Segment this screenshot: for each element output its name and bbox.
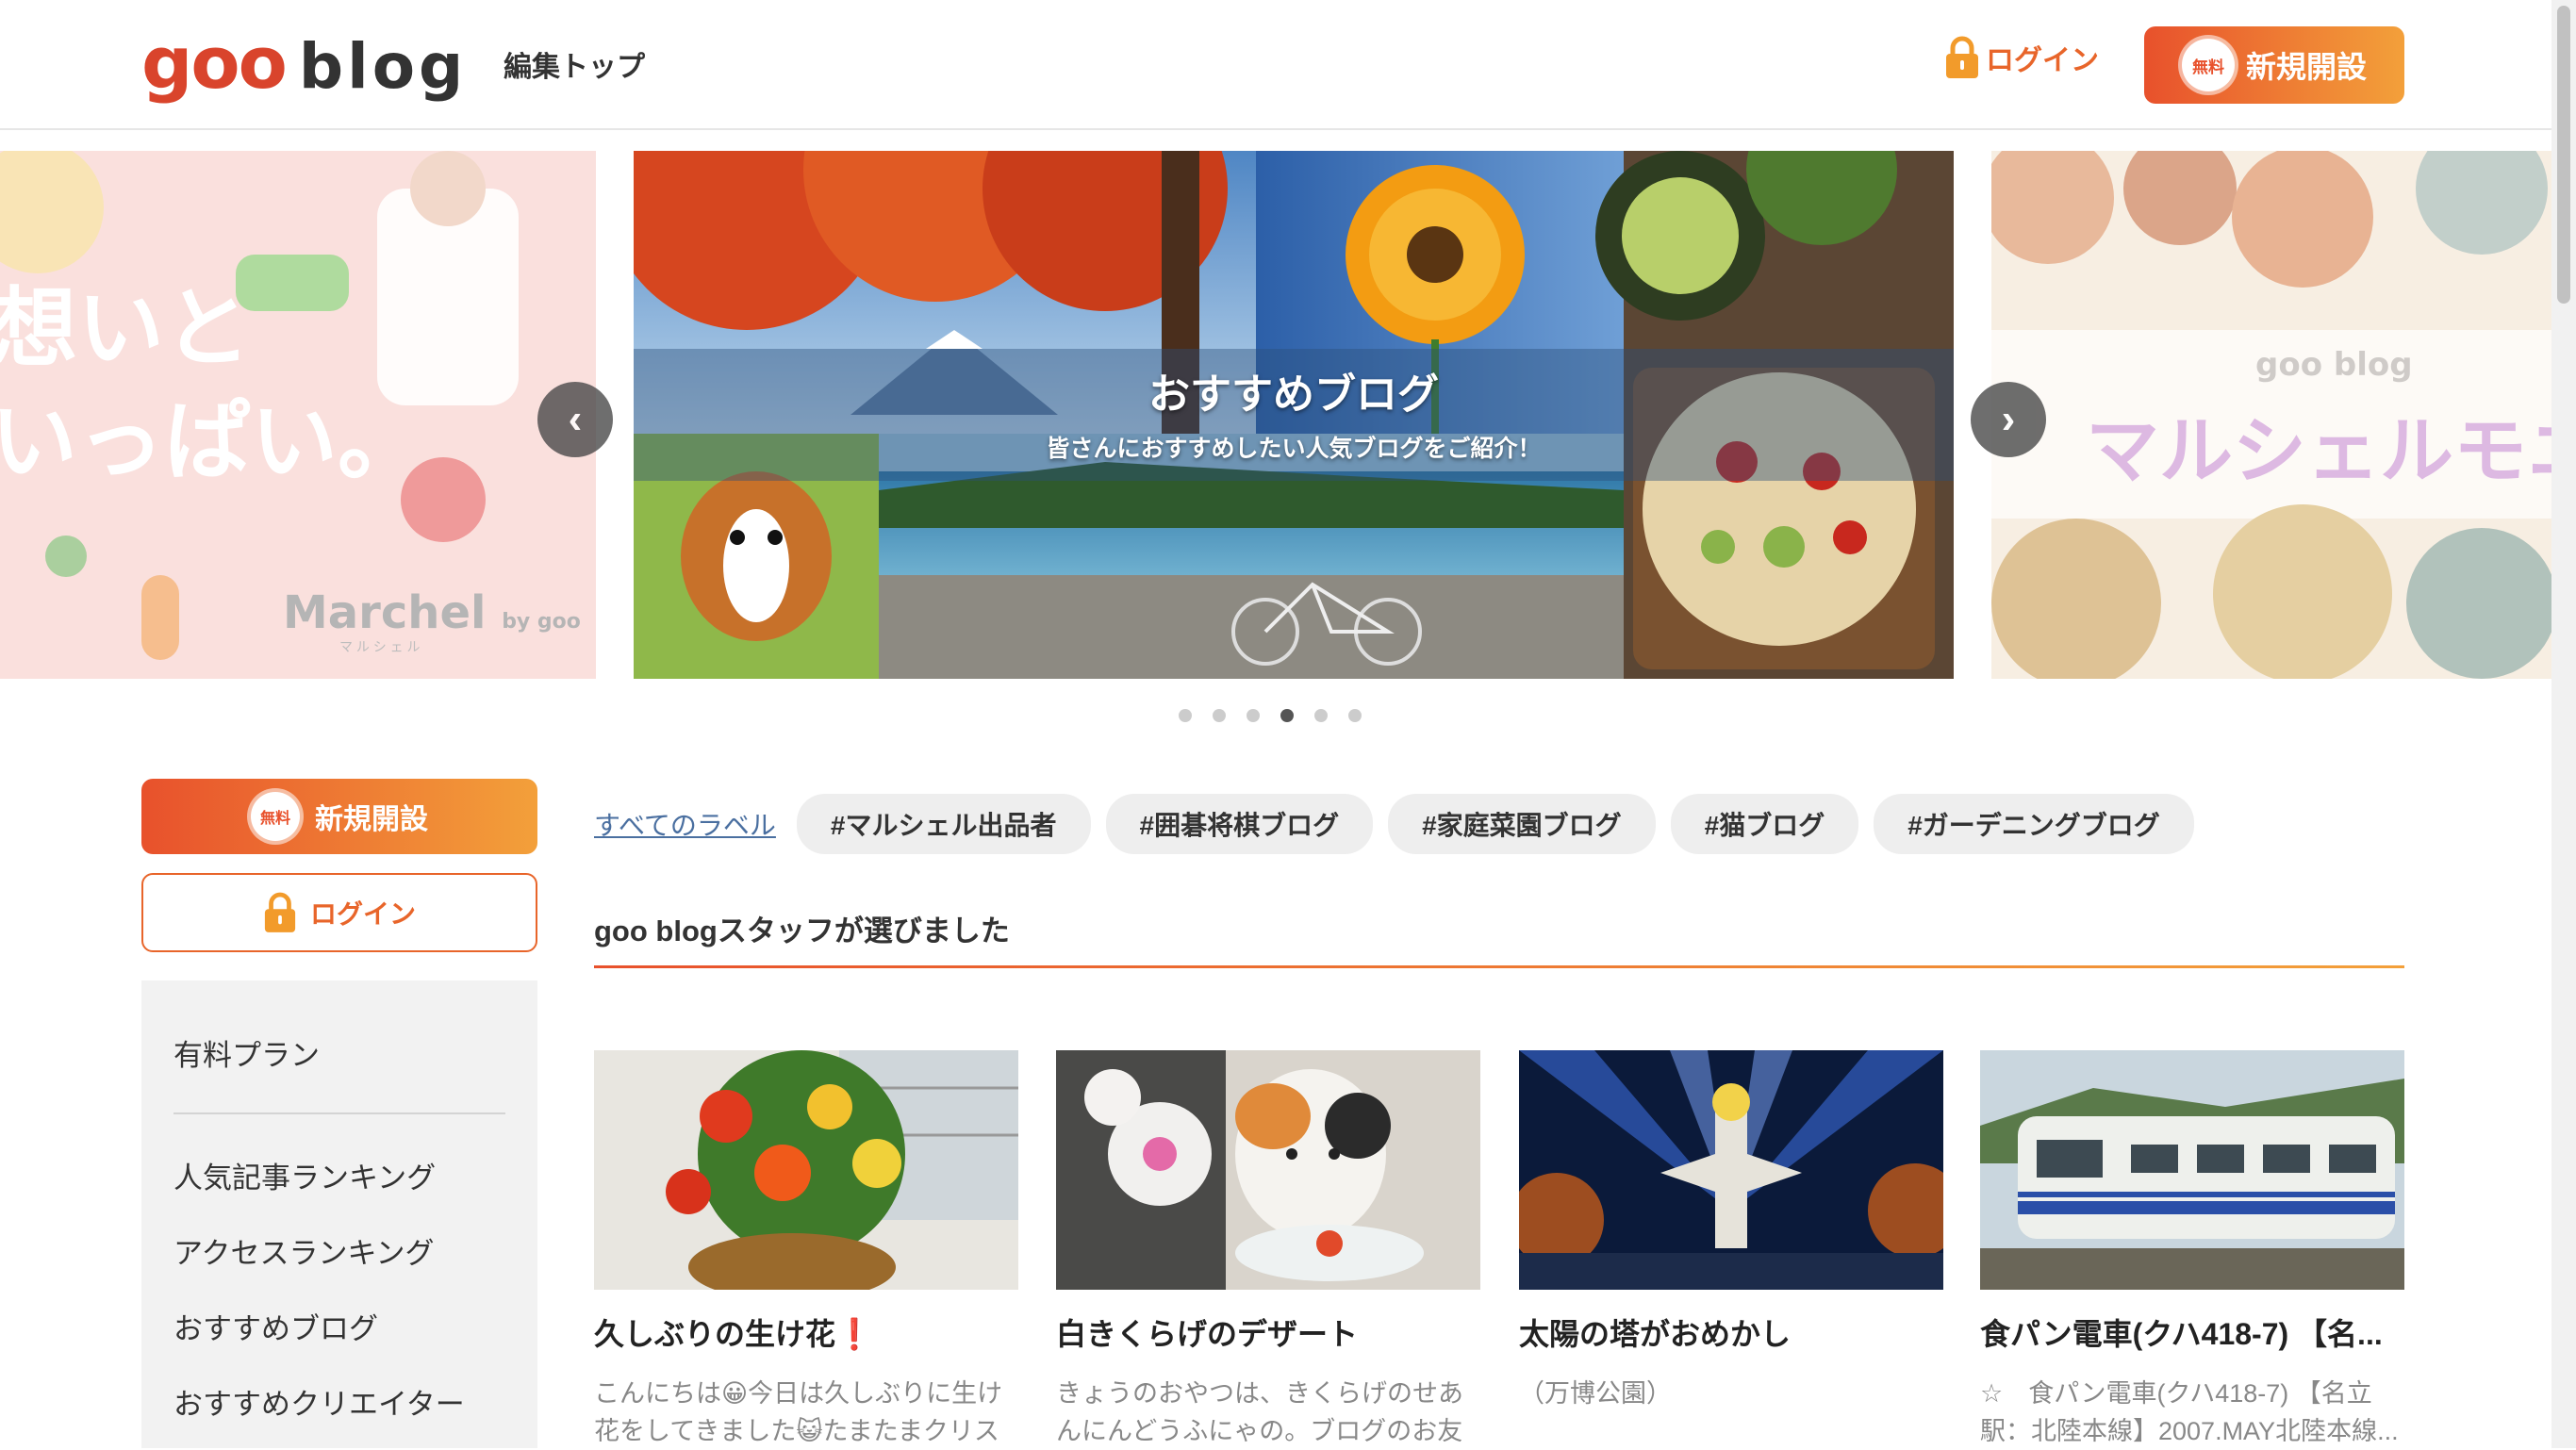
carousel-main-title: おすすめブログ: [1148, 371, 1439, 418]
carousel-slide-current[interactable]: おすすめブログ 皆さんにおすすめしたい人気ブログをご紹介！: [634, 151, 1954, 679]
sidebar-menu: 有料プラン 人気記事ランキング アクセスランキング おすすめブログ おすすめクリ…: [141, 980, 537, 1448]
svg-text:想いと: 想いと: [0, 278, 251, 379]
header-login-button[interactable]: ログイン: [1944, 36, 2099, 79]
sidebar-item-paid-plan[interactable]: 有料プラン: [173, 1031, 320, 1074]
tower-of-sun-photo: [1519, 1050, 1943, 1290]
label-tag-marchel[interactable]: #マルシェル出品者: [796, 794, 1091, 854]
svg-text:いっぱい。: いっぱい。: [0, 391, 424, 492]
header-signup-button[interactable]: 無料 新規開設: [2144, 26, 2404, 104]
sidebar-login-button[interactable]: ログイン: [141, 873, 537, 952]
marchel-brand-sub: by goo: [502, 610, 581, 634]
sidebar-divider: [173, 1112, 505, 1114]
article-card[interactable]: 食パン電車(クハ418-7) 【名... ☆ 食パン電車(クハ418-7) 【名…: [1980, 1050, 2404, 1450]
carousel-dot[interactable]: [1213, 709, 1226, 722]
sidebar-item-popular-articles[interactable]: 人気記事ランキング: [173, 1154, 436, 1196]
carousel-dot[interactable]: [1314, 709, 1328, 722]
lock-icon: [1946, 36, 1978, 78]
goo-blog-logo[interactable]: goo blog: [141, 21, 467, 106]
section-title: goo blogスタッフが選びました: [594, 914, 1010, 947]
label-tag-gardening[interactable]: #ガーデニングブログ: [1874, 794, 2194, 854]
label-tag-igo-shogi[interactable]: #囲碁将棋ブログ: [1105, 794, 1374, 854]
carousel-main-subtitle: 皆さんにおすすめしたい人気ブログをご紹介！: [1046, 436, 1542, 462]
article-title[interactable]: 白きくらげのデザート: [1056, 1310, 1480, 1354]
carousel-dot[interactable]: [1348, 709, 1362, 722]
sidebar-item-access-ranking[interactable]: アクセスランキング: [173, 1229, 435, 1272]
sidebar-signup-button[interactable]: 無料 新規開設: [141, 779, 537, 854]
label-tag-home-garden[interactable]: #家庭菜園ブログ: [1388, 794, 1656, 854]
train-photo: [1980, 1050, 2404, 1290]
sidebar-item-recommended-blogs[interactable]: おすすめブログ: [173, 1305, 378, 1347]
article-excerpt: （万博公園）: [1519, 1379, 1672, 1408]
marchel-brand-name: Marchel: [283, 586, 487, 639]
carousel-slide-next[interactable]: goo blog マルシェルモニ: [1991, 151, 2551, 679]
lock-icon: [264, 892, 296, 932]
sidebar-item-recommended-creators[interactable]: おすすめクリエイター: [173, 1380, 465, 1423]
chevron-right-icon: ›: [2001, 396, 2016, 442]
article-title[interactable]: 久しぶりの生け花❗: [594, 1310, 1018, 1354]
article-card[interactable]: 太陽の塔がおめかし （万博公園）: [1519, 1050, 1943, 1450]
article-card[interactable]: 白きくらげのデザート きょうのおやつは、きくらげのせあんにんどうふにゃの。ブログ…: [1056, 1050, 1480, 1450]
page-scrollbar[interactable]: [2551, 0, 2576, 1448]
marchel-brand-kana: マ ル シ ェ ル: [339, 639, 421, 654]
label-filter-bar: すべてのラベル #マルシェル出品者 #囲碁将棋ブログ #家庭菜園ブログ #猫ブロ…: [594, 794, 2194, 854]
article-thumbnail[interactable]: [594, 1050, 1018, 1290]
carousel-dot[interactable]: [1247, 709, 1260, 722]
label-tag-cat[interactable]: #猫ブログ: [1670, 794, 1859, 854]
all-labels-link[interactable]: すべてのラベル: [594, 805, 776, 843]
ikebana-photo: [594, 1050, 1018, 1290]
banner-carousel: 想いと いっぱい。 Marchel by goo マ ル シ ェ ル おすすめブ…: [0, 151, 2551, 679]
free-badge: 無料: [251, 792, 300, 841]
logo-blog: blog: [298, 30, 468, 103]
cat-dessert-photo: [1056, 1050, 1480, 1290]
article-title[interactable]: 食パン電車(クハ418-7) 【名...: [1980, 1310, 2404, 1354]
carousel-slide-prev[interactable]: 想いと いっぱい。 Marchel by goo マ ル シ ェ ル: [0, 151, 596, 679]
chevron-left-icon: ‹: [568, 396, 583, 442]
right-banner-logo: goo blog: [2255, 346, 2413, 384]
scrollbar-thumb[interactable]: [2557, 6, 2570, 304]
carousel-dot-active[interactable]: [1280, 709, 1294, 722]
header-signup-label: 新規開設: [2245, 50, 2367, 84]
logo-goo: goo: [141, 21, 288, 105]
site-header: goo blog 編集トップ ログイン 無料 新規開設: [0, 0, 2551, 130]
carousel-prev-button[interactable]: ‹: [537, 382, 613, 457]
article-card[interactable]: 久しぶりの生け花❗ こんにちは😀今日は久しぶりに生け花をしてきました😺たまたまク…: [594, 1050, 1018, 1450]
header-login-label: ログイン: [1986, 45, 2099, 76]
section-divider: [594, 965, 2404, 968]
article-excerpt: こんにちは😀今日は久しぶりに生け花をしてきました😺たまたまクリスマス...: [594, 1379, 1003, 1445]
sidebar-login-label: ログイン: [309, 899, 416, 929]
article-thumbnail[interactable]: [1519, 1050, 1943, 1290]
marchel-monitor-banner-image: goo blog マルシェルモニ: [1991, 151, 2551, 679]
svg-text:マルシェルモニ: マルシェルモニ: [2086, 409, 2551, 494]
marchel-brand: Marchel by goo: [283, 586, 581, 639]
carousel-dot[interactable]: [1179, 709, 1192, 722]
article-thumbnail[interactable]: [1980, 1050, 2404, 1290]
article-thumbnail[interactable]: [1056, 1050, 1480, 1290]
article-title[interactable]: 太陽の塔がおめかし: [1519, 1310, 1943, 1354]
free-badge: 無料: [2181, 39, 2235, 91]
sidebar-signup-label: 新規開設: [315, 804, 428, 835]
edit-top-link[interactable]: 編集トップ: [504, 43, 645, 85]
carousel-pagination: [1179, 709, 1362, 722]
article-excerpt: ☆ 食パン電車(クハ418-7) 【名立駅：北陸本線】2007.MAY北陸本線.…: [1980, 1379, 2399, 1445]
carousel-next-button[interactable]: ›: [1971, 382, 2046, 457]
article-excerpt: きょうのおやつは、きくらげのせあんにんどうふにゃの。ブログのお友達に...: [1056, 1379, 1463, 1445]
